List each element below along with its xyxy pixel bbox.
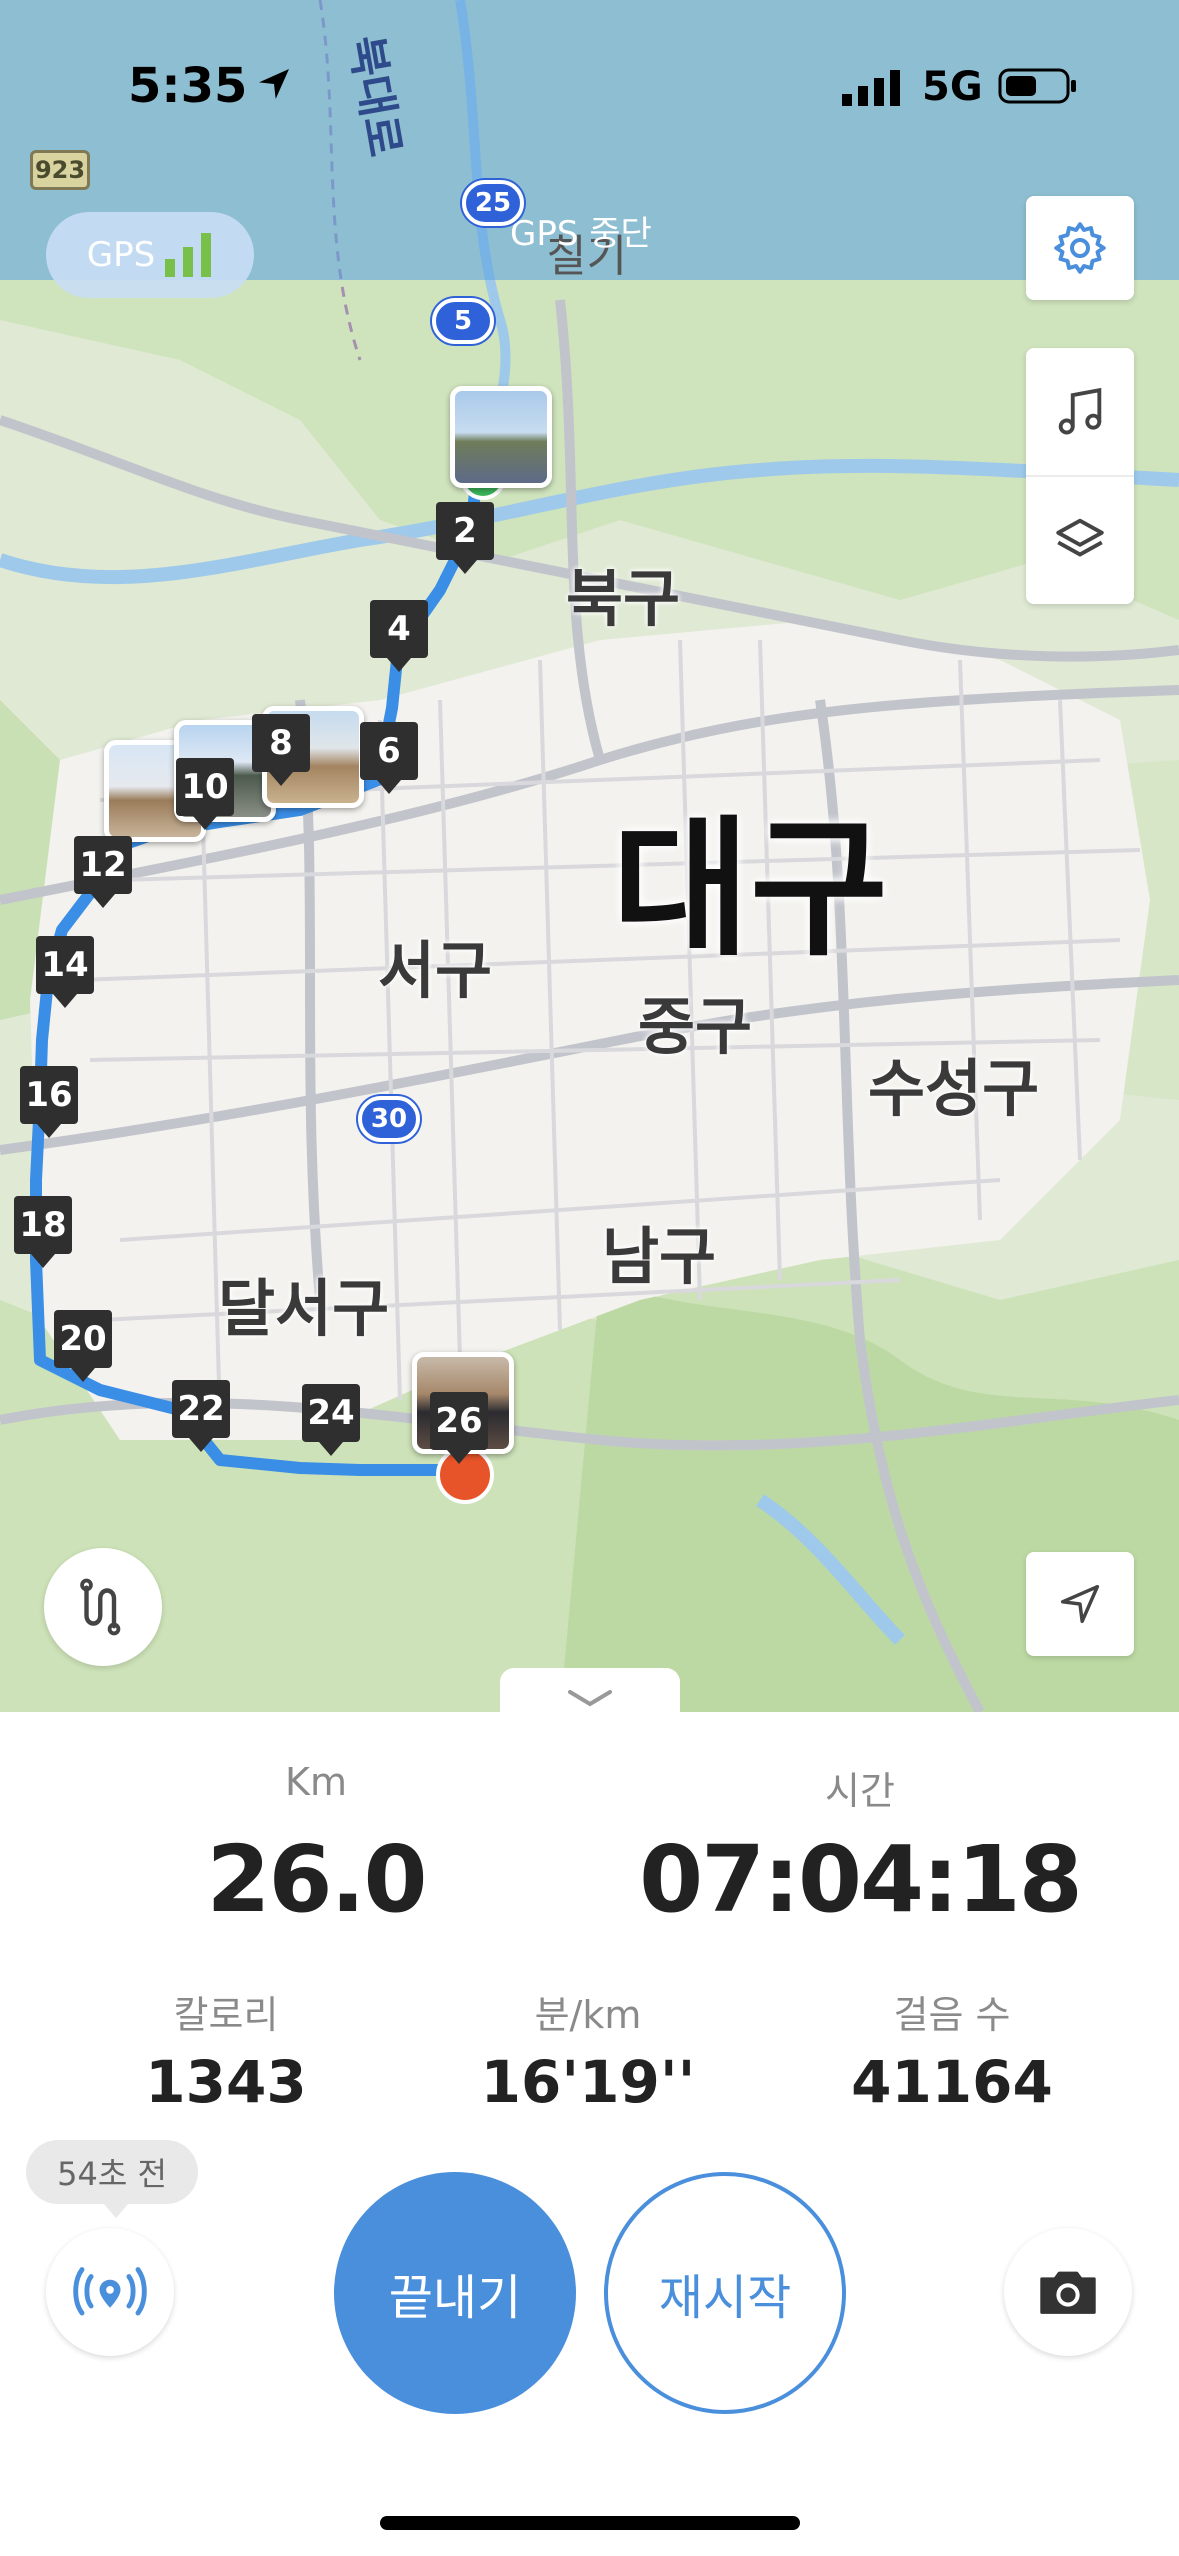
- city-label: 대구: [612, 803, 889, 977]
- broadcast-tooltip: 54초 전: [26, 2140, 198, 2218]
- live-share-button[interactable]: [46, 2228, 174, 2356]
- gps-indicator: GPS: [46, 212, 254, 298]
- battery-icon: [998, 66, 1078, 110]
- gps-label: GPS: [86, 235, 156, 275]
- music-button[interactable]: [1026, 349, 1134, 477]
- route-sign: 923: [30, 150, 90, 190]
- km-marker: 26: [430, 1392, 488, 1464]
- music-note-icon: [1058, 387, 1102, 435]
- km-marker: 10: [176, 758, 234, 830]
- calories-value: 1343: [145, 2048, 307, 2116]
- km-marker: 14: [36, 936, 94, 1008]
- road-shield: 30: [358, 1096, 420, 1142]
- network-type: 5G: [922, 64, 983, 110]
- resume-button[interactable]: 재시작: [604, 2172, 846, 2414]
- time-label: 시간: [825, 1769, 895, 1813]
- navigation-arrow-icon: [1060, 1584, 1100, 1624]
- road-shield: 25: [462, 180, 524, 226]
- home-indicator: [380, 2516, 800, 2530]
- km-marker: 12: [74, 836, 132, 908]
- pace-value: 16'19'': [480, 2048, 696, 2116]
- district-label: 남구: [602, 1220, 717, 1293]
- gps-signal-icon: [165, 233, 212, 277]
- photo-pin[interactable]: [450, 386, 552, 488]
- km-marker: 22: [172, 1380, 230, 1452]
- km-marker: 6: [360, 722, 418, 794]
- km-marker: 2: [436, 502, 494, 574]
- km-marker: 8: [252, 714, 310, 786]
- steps-value: 41164: [851, 2048, 1053, 2116]
- district-label: 서구: [378, 934, 493, 1007]
- camera-button[interactable]: [1004, 2228, 1132, 2356]
- calories-label: 칼로리: [173, 1993, 279, 2037]
- steps-label: 걸음 수: [893, 1993, 1011, 2037]
- district-label: 달서구: [218, 1272, 390, 1345]
- chevron-down-icon: [568, 1690, 612, 1707]
- signal-icon: [842, 70, 906, 110]
- district-label: 북구: [566, 562, 681, 635]
- map-view[interactable]: 5:35 5G 923 북대로 칠기 GPS GPS 중단 25 5 30 북구…: [0, 0, 1179, 1712]
- layers-icon: [1056, 518, 1104, 557]
- road-shield: 5: [432, 298, 494, 344]
- layers-button[interactable]: [1026, 477, 1134, 603]
- camera-icon: [1040, 2271, 1096, 2314]
- district-label: 중구: [638, 990, 753, 1063]
- km-marker: 20: [54, 1310, 112, 1382]
- map-tools-panel: [1026, 348, 1134, 604]
- time-value: 07:04:18: [639, 1826, 1083, 1933]
- route-button[interactable]: [44, 1548, 162, 1666]
- km-marker: 4: [370, 600, 428, 672]
- location-arrow-icon: [254, 64, 294, 108]
- gps-status-text: GPS 중단: [510, 214, 652, 254]
- broadcast-icon: [73, 2267, 147, 2316]
- my-location-button[interactable]: [1026, 1552, 1134, 1656]
- distance-value: 26.0: [206, 1826, 428, 1933]
- distance-label: Km: [285, 1760, 347, 1804]
- status-time: 5:35: [128, 58, 248, 114]
- km-marker: 24: [302, 1384, 360, 1456]
- pace-label: 분/km: [534, 1993, 642, 2037]
- route-icon: [80, 1578, 121, 1636]
- finish-button[interactable]: 끝내기: [334, 2172, 576, 2414]
- district-label: 수성구: [868, 1052, 1040, 1125]
- km-marker: 18: [14, 1196, 72, 1268]
- settings-button[interactable]: [1026, 196, 1134, 300]
- km-marker: 16: [20, 1066, 78, 1138]
- gear-icon: [1054, 222, 1106, 274]
